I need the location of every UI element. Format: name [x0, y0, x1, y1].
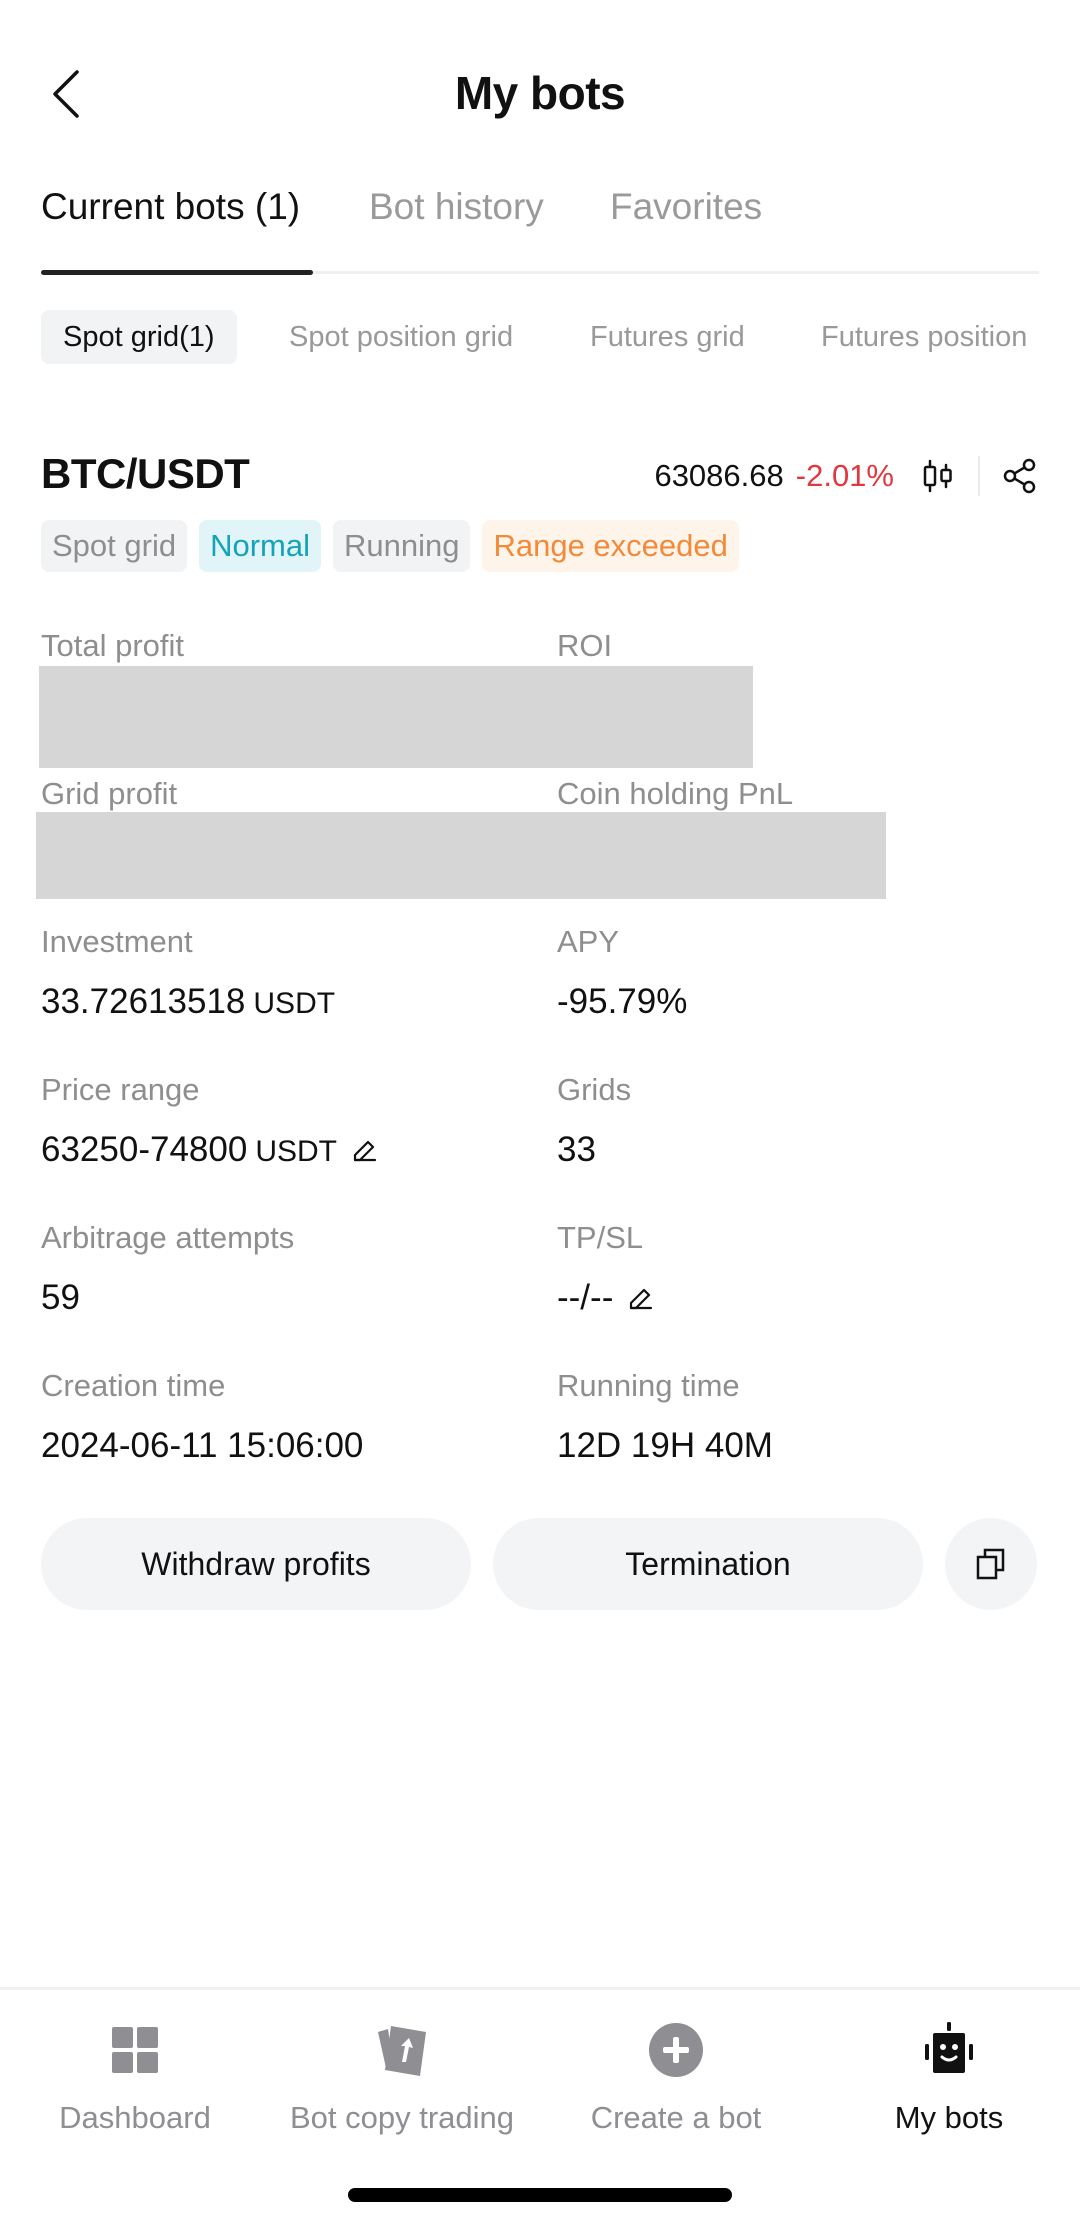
- investment-label: Investment: [41, 924, 193, 959]
- page-title: My bots: [454, 67, 626, 119]
- price-row: 63086.68 -2.01%: [654, 454, 1040, 498]
- bot-actions: Withdraw profits Termination: [41, 1518, 1039, 1610]
- duplicate-button[interactable]: [945, 1518, 1037, 1610]
- divider: [978, 456, 980, 496]
- total-profit-label[interactable]: Total profit: [41, 628, 184, 664]
- active-tab-indicator: [41, 270, 313, 275]
- pencil-icon: [353, 1140, 377, 1162]
- running-time-label: Running time: [557, 1368, 740, 1403]
- grids-value: 33: [557, 1130, 596, 1169]
- dashboard-grid-icon: [103, 2018, 167, 2082]
- apy-label: APY: [557, 924, 620, 959]
- arbitrage-attempts-value: 59: [41, 1278, 80, 1317]
- nav-dashboard-label: Dashboard: [59, 2100, 211, 2135]
- tag-bot-type: Spot grid: [41, 520, 188, 572]
- coin-holding-pnl-label: Coin holding PnL: [557, 776, 794, 811]
- nav-create-bot[interactable]: Create a bot: [541, 2018, 811, 2148]
- current-price: 63086.68: [654, 458, 784, 493]
- subtab-spot-position-grid[interactable]: Spot position grid: [289, 310, 513, 364]
- redacted-pnl-block: [36, 812, 886, 899]
- withdraw-profits-button[interactable]: Withdraw profits: [41, 1518, 471, 1610]
- tab-current-bots[interactable]: Current bots (1): [41, 186, 300, 228]
- nav-my-bots[interactable]: My bots: [814, 2018, 1080, 2148]
- trading-pair[interactable]: BTC/USDT: [41, 450, 250, 498]
- copy-trading-cards-icon: [370, 2018, 434, 2082]
- subtab-spot-grid[interactable]: Spot grid(1): [41, 310, 237, 364]
- subtab-futures-grid[interactable]: Futures grid: [590, 310, 745, 364]
- price-range-label: Price range: [41, 1072, 200, 1107]
- nav-my-bots-label: My bots: [894, 2100, 1004, 2135]
- price-range-value: 63250-74800 USDT: [41, 1130, 379, 1170]
- edit-price-range-button[interactable]: [351, 1136, 379, 1164]
- redacted-profit-block: [39, 666, 753, 768]
- tag-range-exceeded: Range exceeded: [482, 520, 739, 572]
- investment-value: 33.72613518 USDT: [41, 982, 335, 1022]
- grid-profit-label: Grid profit: [41, 776, 178, 811]
- tab-bot-history[interactable]: Bot history: [369, 186, 544, 228]
- pencil-icon: [630, 1288, 653, 1310]
- apy-value: -95.79%: [557, 982, 688, 1021]
- share-button[interactable]: [1000, 456, 1040, 496]
- tpsl-value: --/--: [557, 1278, 655, 1318]
- main-tabs: Current bots (1) Bot history Favorites: [41, 186, 1039, 275]
- nav-dashboard[interactable]: Dashboard: [0, 2018, 270, 2148]
- tag-status-normal: Normal: [199, 520, 321, 572]
- tpsl-amount: --/--: [557, 1278, 614, 1317]
- roi-label: ROI: [557, 628, 613, 663]
- creation-time-value: 2024-06-11 15:06:00: [41, 1426, 364, 1465]
- price-range-unit: USDT: [255, 1135, 337, 1168]
- robot-icon: [917, 2018, 981, 2082]
- price-range-amount: 63250-74800: [41, 1130, 248, 1169]
- price-change: -2.01%: [795, 458, 894, 493]
- plus-circle-icon: [644, 2018, 708, 2082]
- header: My bots: [0, 0, 1080, 190]
- nav-create-bot-label: Create a bot: [590, 2100, 762, 2135]
- investment-unit: USDT: [253, 987, 336, 1020]
- termination-button[interactable]: Termination: [493, 1518, 923, 1610]
- investment-amount: 33.72613518: [41, 982, 246, 1021]
- subtab-futures-position[interactable]: Futures position: [821, 310, 1027, 364]
- nav-bot-copy-trading-label: Bot copy trading: [289, 2100, 515, 2135]
- creation-time-label: Creation time: [41, 1368, 226, 1403]
- chart-button[interactable]: [918, 456, 958, 496]
- share-icon: [1003, 458, 1036, 494]
- running-time-value: 12D 19H 40M: [557, 1426, 773, 1465]
- tpsl-label: TP/SL: [557, 1220, 644, 1255]
- candlestick-icon: [923, 459, 952, 493]
- arbitrage-attempts-label: Arbitrage attempts: [41, 1220, 295, 1255]
- nav-bot-copy-trading[interactable]: Bot copy trading: [267, 2018, 537, 2148]
- edit-tpsl-button[interactable]: [627, 1284, 655, 1312]
- tag-status-running: Running: [332, 520, 471, 572]
- tab-favorites[interactable]: Favorites: [610, 186, 762, 228]
- grids-label: Grids: [557, 1072, 632, 1107]
- status-tags: Spot grid Normal Running Range exceeded: [41, 520, 739, 572]
- copy-icon: [976, 1548, 1005, 1580]
- home-indicator[interactable]: [348, 2188, 732, 2202]
- bot-type-tabs: Spot grid(1) Spot position grid Futures …: [41, 310, 1080, 364]
